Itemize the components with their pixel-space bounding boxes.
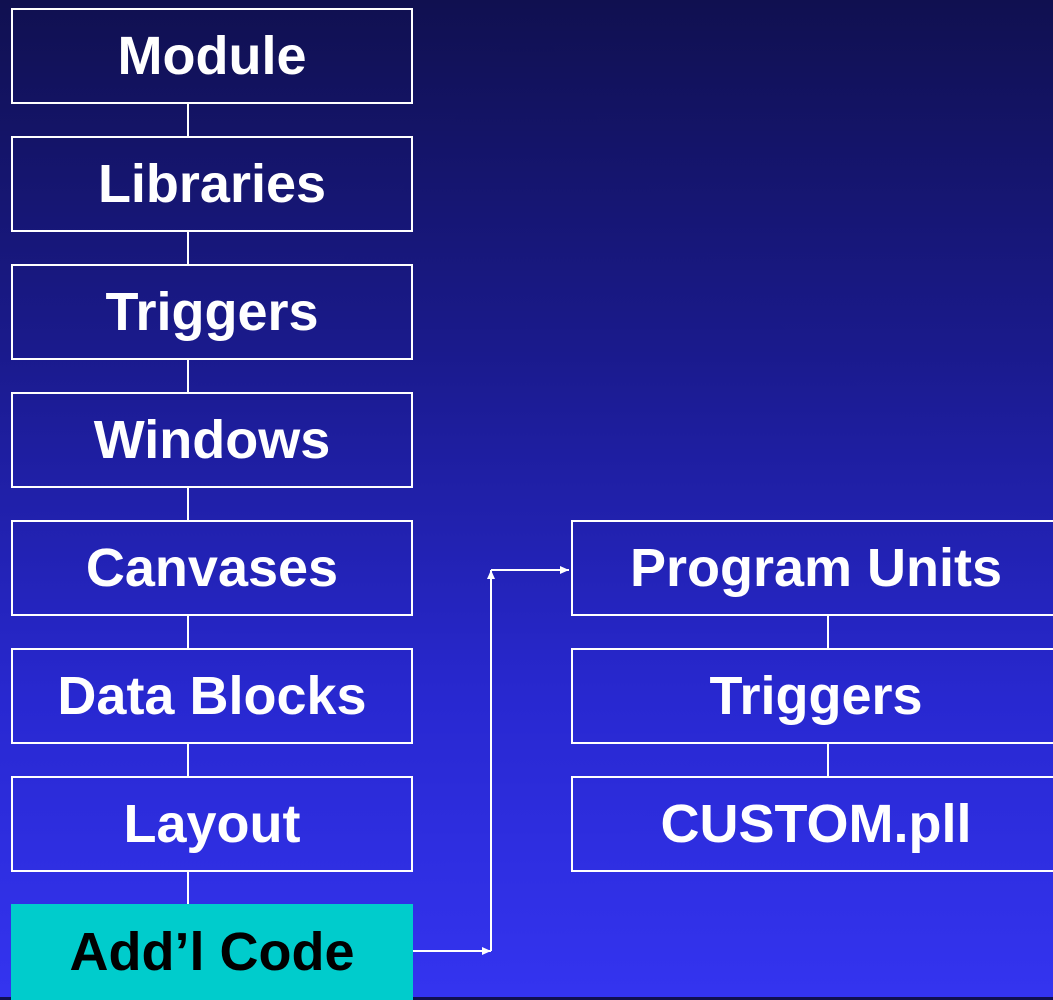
- data-blocks-label: Data Blocks: [57, 666, 367, 726]
- module-box: Module: [11, 8, 413, 104]
- windows-label: Windows: [93, 410, 331, 470]
- addl-code-box: Add’l Code: [11, 904, 413, 1000]
- program-units-label: Program Units: [629, 538, 1003, 598]
- custom-pll-label: CUSTOM.pll: [660, 794, 972, 854]
- addl-code-label: Add’l Code: [69, 922, 355, 982]
- layout-box: Layout: [11, 776, 413, 872]
- canvases-box: Canvases: [11, 520, 413, 616]
- layout-label: Layout: [123, 794, 301, 854]
- module-label: Module: [117, 26, 307, 86]
- libraries-label: Libraries: [97, 154, 327, 214]
- program-units-box: Program Units: [571, 520, 1053, 616]
- windows-box: Windows: [11, 392, 413, 488]
- libraries-box: Libraries: [11, 136, 413, 232]
- data-blocks-box: Data Blocks: [11, 648, 413, 744]
- custom-pll-box: CUSTOM.pll: [571, 776, 1053, 872]
- triggers-box: Triggers: [11, 264, 413, 360]
- triggers-label: Triggers: [105, 282, 319, 342]
- canvases-label: Canvases: [85, 538, 339, 598]
- right-triggers-label: Triggers: [709, 666, 923, 726]
- right-triggers-box: Triggers: [571, 648, 1053, 744]
